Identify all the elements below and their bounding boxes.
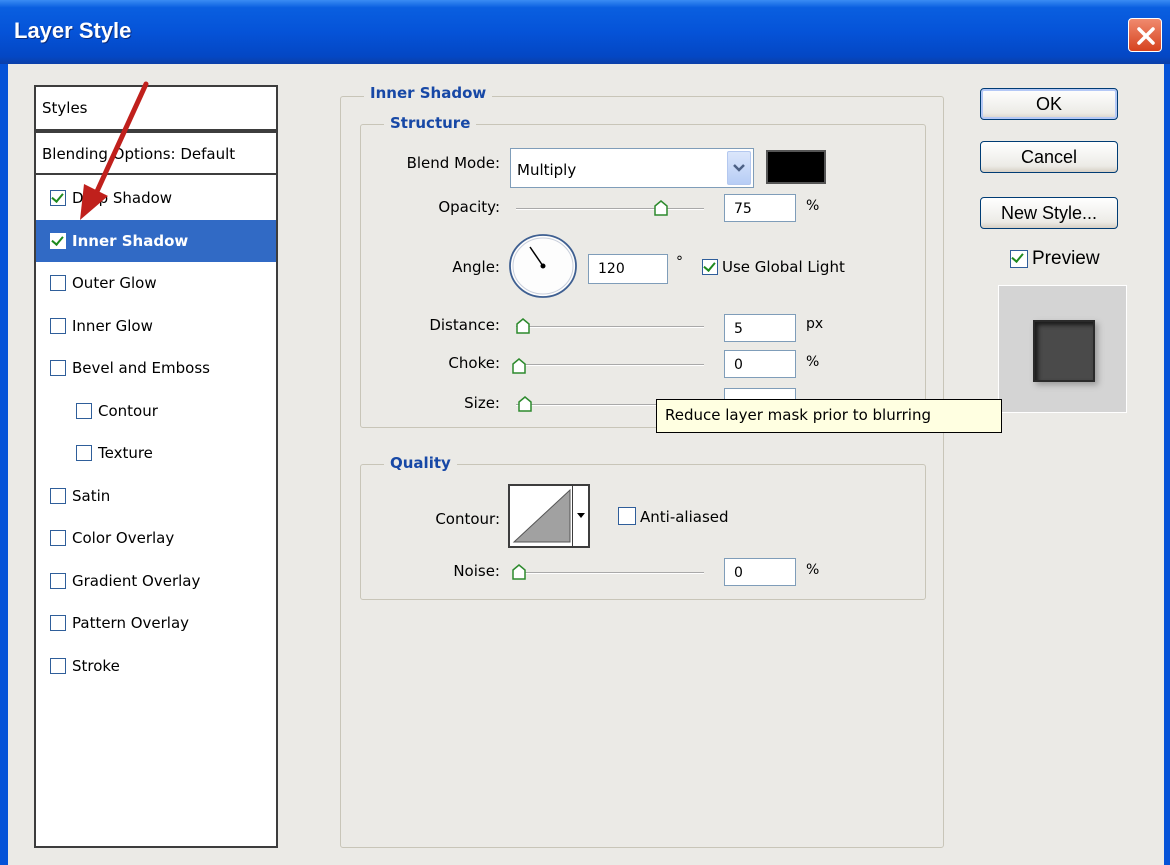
inner-shadow-title: Inner Shadow <box>364 84 493 102</box>
distance-unit: px <box>806 316 824 332</box>
style-item-bevel-and-emboss[interactable]: Bevel and Emboss <box>36 347 276 389</box>
opacity-input[interactable]: 75 <box>724 194 796 222</box>
close-button[interactable] <box>1128 18 1162 52</box>
distance-input[interactable]: 5 <box>724 314 796 342</box>
style-item-gradient-overlay[interactable]: Gradient Overlay <box>36 560 276 602</box>
size-slider-track[interactable] <box>516 404 656 406</box>
style-item-checkbox[interactable] <box>50 275 66 291</box>
preview-square <box>1033 320 1095 382</box>
style-item-label: Inner Shadow <box>72 231 189 250</box>
style-item-label: Bevel and Emboss <box>72 359 210 377</box>
style-item-color-overlay[interactable]: Color Overlay <box>36 517 276 559</box>
style-item-pattern-overlay[interactable]: Pattern Overlay <box>36 602 276 644</box>
angle-unit: ° <box>676 254 683 270</box>
contour-picker[interactable] <box>508 484 590 548</box>
close-icon <box>1137 27 1155 45</box>
style-item-checkbox[interactable] <box>50 232 66 249</box>
anti-aliased-checkbox[interactable] <box>618 507 636 525</box>
blend-mode-label: Blend Mode: <box>406 154 500 172</box>
choke-unit: % <box>806 354 820 370</box>
size-slider-thumb[interactable] <box>518 396 532 412</box>
style-item-checkbox[interactable] <box>50 317 66 334</box>
style-item-checkbox[interactable] <box>76 402 92 419</box>
new-style-button[interactable]: New Style... <box>980 197 1118 229</box>
angle-label: Angle: <box>452 258 500 276</box>
use-global-light-label: Use Global Light <box>722 258 845 276</box>
choke-input[interactable]: 0 <box>724 350 796 378</box>
style-item-checkbox[interactable] <box>76 445 92 461</box>
opacity-unit: % <box>806 198 820 214</box>
opacity-label: Opacity: <box>438 198 500 216</box>
style-item-label: Satin <box>72 486 111 505</box>
angle-input[interactable]: 120 <box>588 254 668 284</box>
quality-title: Quality <box>384 454 457 472</box>
noise-slider-thumb[interactable] <box>512 564 526 580</box>
dropdown-arrow-icon <box>577 513 585 518</box>
choke-slider-thumb[interactable] <box>512 358 526 374</box>
opacity-slider-thumb[interactable] <box>654 200 668 216</box>
style-item-checkbox[interactable] <box>50 615 66 631</box>
opacity-slider-track[interactable] <box>516 208 704 210</box>
angle-dial-icon[interactable] <box>508 233 578 299</box>
cancel-button[interactable]: Cancel <box>980 141 1118 173</box>
noise-slider-track[interactable] <box>516 572 704 574</box>
noise-input[interactable]: 0 <box>724 558 796 586</box>
noise-unit: % <box>806 562 820 578</box>
ok-button[interactable]: OK <box>980 88 1118 120</box>
style-item-checkbox[interactable] <box>50 530 66 546</box>
contour-label: Contour: <box>435 510 500 528</box>
style-item-inner-glow[interactable]: Inner Glow <box>36 305 276 347</box>
style-item-label: Stroke <box>72 656 120 675</box>
preview-label: Preview <box>1032 248 1100 269</box>
window-title: Layer Style <box>14 18 132 43</box>
size-label: Size: <box>464 394 500 412</box>
style-item-checkbox[interactable] <box>50 572 66 589</box>
style-item-label: Texture <box>98 444 153 462</box>
style-item-contour[interactable]: Contour <box>36 390 276 432</box>
contour-dropdown-button[interactable] <box>572 486 588 546</box>
style-item-checkbox[interactable] <box>50 487 66 504</box>
tooltip: Reduce layer mask prior to blurring <box>656 399 1002 433</box>
style-item-label: Gradient Overlay <box>72 571 201 590</box>
style-item-checkbox[interactable] <box>50 360 66 376</box>
structure-title: Structure <box>384 114 477 132</box>
distance-slider-thumb[interactable] <box>516 318 530 334</box>
style-item-label: Color Overlay <box>72 529 175 547</box>
title-bar: Layer Style <box>0 0 1170 64</box>
distance-label: Distance: <box>429 316 500 334</box>
blend-mode-dropdown-button[interactable] <box>727 151 751 185</box>
style-item-label: Contour <box>98 401 158 420</box>
choke-slider-track[interactable] <box>516 364 704 366</box>
style-item-stroke[interactable]: Stroke <box>36 645 276 687</box>
style-item-texture[interactable]: Texture <box>36 432 276 474</box>
red-arrow-annotation <box>80 81 149 220</box>
blend-mode-value: Multiply <box>517 161 577 179</box>
style-item-label: Outer Glow <box>72 274 157 292</box>
distance-slider-track[interactable] <box>516 326 704 328</box>
choke-label: Choke: <box>448 354 500 372</box>
style-item-label: Pattern Overlay <box>72 614 190 632</box>
noise-label: Noise: <box>453 562 500 580</box>
shadow-color-swatch[interactable] <box>766 150 826 184</box>
preview-thumbnail <box>998 285 1127 413</box>
preview-checkbox[interactable] <box>1010 250 1028 268</box>
blend-mode-select[interactable]: Multiply <box>510 148 754 188</box>
style-item-outer-glow[interactable]: Outer Glow <box>36 262 276 304</box>
chevron-down-icon <box>733 164 745 172</box>
style-item-satin[interactable]: Satin <box>36 475 276 517</box>
style-item-checkbox[interactable] <box>50 657 66 674</box>
anti-aliased-label: Anti-aliased <box>640 508 729 526</box>
contour-curve-icon <box>512 488 571 543</box>
use-global-light-checkbox[interactable] <box>702 259 718 275</box>
style-item-label: Inner Glow <box>72 316 153 335</box>
